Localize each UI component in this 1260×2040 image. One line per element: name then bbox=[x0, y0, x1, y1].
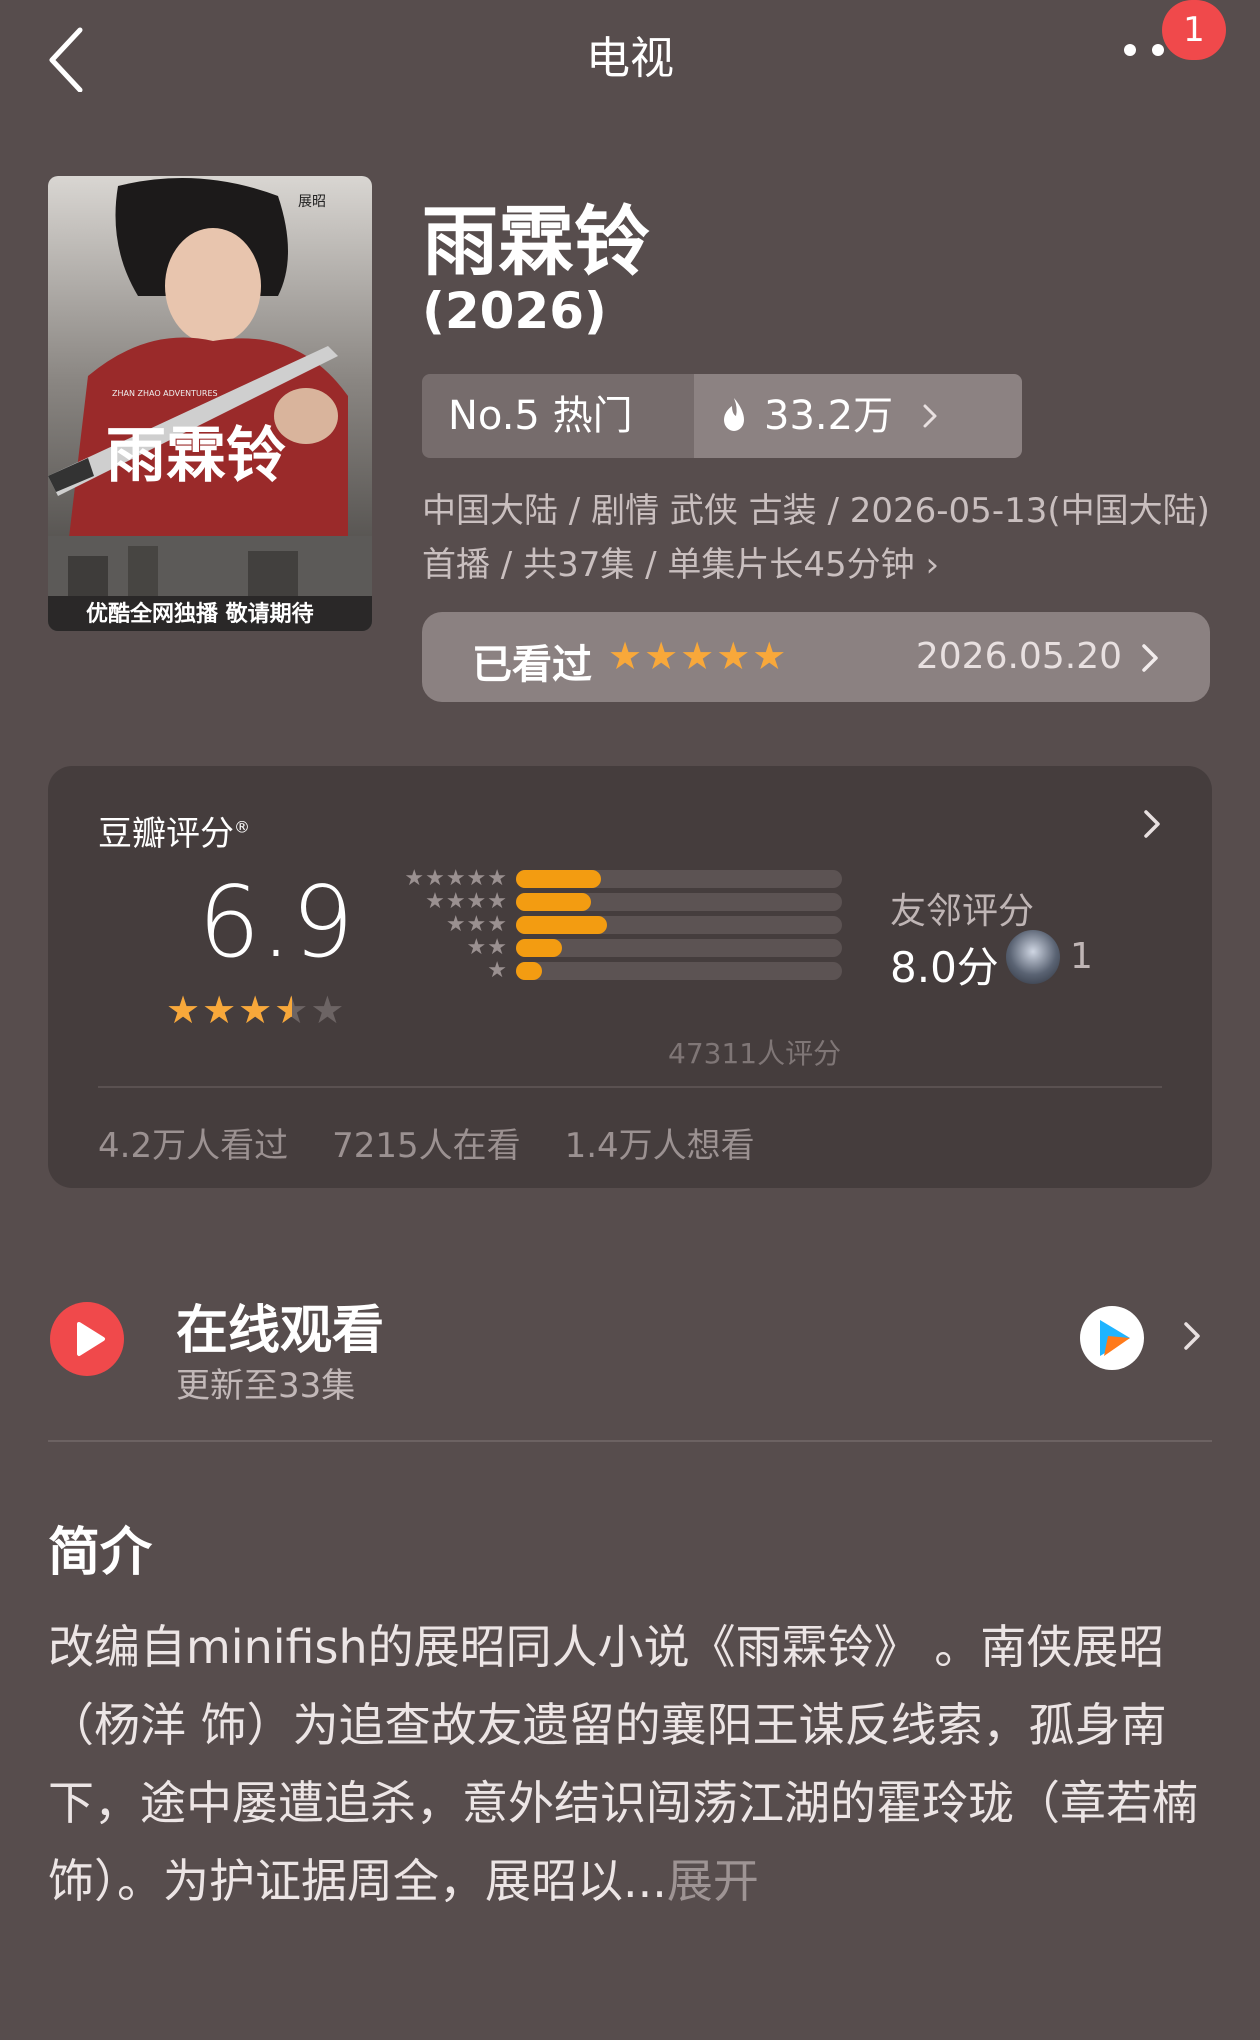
intro-title: 简介 bbox=[48, 1523, 153, 1583]
youku-logo-icon bbox=[1080, 1306, 1144, 1370]
movie-title: 雨霖铃 bbox=[422, 197, 650, 286]
play-icon bbox=[50, 1302, 124, 1376]
avatar[interactable] bbox=[1006, 930, 1060, 984]
my-rating-stars: ★★★★★ bbox=[608, 634, 789, 678]
rating-stats: 4.2万人看过 7215人在看 1.4万人想看 bbox=[98, 1118, 755, 1167]
fire-icon bbox=[724, 398, 744, 431]
distribution-star-label: ★★★★★ bbox=[404, 866, 508, 891]
distribution-bar bbox=[516, 939, 842, 957]
expand-link[interactable]: 展开 bbox=[667, 1854, 759, 1908]
douban-rating-title: 豆瓣评分® bbox=[98, 806, 250, 855]
distribution-bar-fill bbox=[516, 893, 591, 911]
online-watch-title: 在线观看 bbox=[176, 1301, 385, 1361]
chevron-right-icon bbox=[1184, 1322, 1200, 1350]
distribution-bar-fill bbox=[516, 962, 543, 980]
distribution-bar bbox=[516, 893, 842, 911]
heat-value: 33.2万 bbox=[764, 393, 894, 439]
chevron-right-icon bbox=[923, 404, 937, 428]
douban-rating-label: 豆瓣评分 bbox=[98, 814, 234, 854]
nav-bar: 电视 1 bbox=[0, 0, 1260, 110]
chevron-right-icon bbox=[1142, 644, 1158, 672]
distribution-bar-fill bbox=[516, 916, 608, 934]
poster-bottom-text: 优酷全网独播 敬请期待 bbox=[86, 601, 314, 627]
notification-badge: 1 bbox=[1162, 0, 1226, 60]
intro-text: 改编自minifish的展昭同人小说《雨霖铃》 。南侠展昭（杨洋 饰）为追查故友… bbox=[48, 1608, 1208, 1920]
heat-section: 33.2万 bbox=[694, 374, 1022, 458]
rank-pill[interactable]: No.5 热门电视 33.2万 bbox=[422, 374, 1022, 458]
online-watch-row[interactable]: 在线观看 更新至33集 bbox=[48, 1270, 1212, 1406]
distribution-star-label: ★★ bbox=[466, 935, 508, 960]
neighbor-count: 1 bbox=[1070, 936, 1093, 977]
intro-body: 改编自minifish的展昭同人小说《雨霖铃》 。南侠展昭（杨洋 饰）为追查故友… bbox=[48, 1620, 1198, 1908]
watched-bar[interactable]: 已看过 ★★★★★ 2026.05.20 bbox=[422, 612, 1210, 702]
trademark: ® bbox=[234, 817, 250, 837]
distribution-bar bbox=[516, 916, 842, 934]
divider bbox=[48, 1440, 1212, 1442]
poster-title-text: 雨霖铃 bbox=[106, 421, 286, 491]
movie-meta[interactable]: 中国大陆 / 剧情 武侠 古装 / 2026-05-13(中国大陆)首播 / 共… bbox=[422, 484, 1212, 592]
distribution-bar-fill bbox=[516, 939, 562, 957]
distribution-bar-fill bbox=[516, 870, 601, 888]
page-title: 电视 bbox=[586, 33, 674, 84]
distribution-star-label: ★★★ bbox=[445, 912, 508, 937]
poster-image[interactable]: 展昭 ZHAN ZHAO ADVENTURES 雨霖铃 优酷全网独播 敬请期待 bbox=[48, 176, 372, 631]
distribution-star-label: ★ bbox=[487, 958, 508, 983]
stat-watching[interactable]: 7215人在看 bbox=[332, 1118, 521, 1167]
rating-card[interactable]: 豆瓣评分® 6.9 ★★★★★★★★★ ★★★★★★★★★★★★★★★ 4731… bbox=[48, 766, 1212, 1188]
chevron-right-icon[interactable] bbox=[1140, 804, 1166, 844]
stat-watched[interactable]: 4.2万人看过 bbox=[98, 1118, 288, 1167]
movie-year: (2026) bbox=[422, 282, 607, 340]
watched-label: 已看过 bbox=[472, 642, 592, 688]
poster-top-text: 展昭 bbox=[298, 194, 326, 210]
rating-count: 47311人评分 bbox=[668, 1037, 842, 1070]
distribution-bar bbox=[516, 962, 842, 980]
distribution-star-label: ★★★★ bbox=[425, 889, 508, 914]
poster-en-text: ZHAN ZHAO ADVENTURES bbox=[112, 389, 218, 398]
rank-label: No.5 热门电视 bbox=[422, 374, 694, 458]
online-watch-subtitle: 更新至33集 bbox=[176, 1366, 356, 1406]
stat-want[interactable]: 1.4万人想看 bbox=[565, 1118, 755, 1167]
neighbor-rating-title: 友邻评分 bbox=[890, 891, 1035, 932]
rating-distribution: ★★★★★ ★★★★ ★★★ ★★ ★ bbox=[48, 866, 868, 1000]
watched-date: 2026.05.20 bbox=[915, 636, 1122, 677]
distribution-bar bbox=[516, 870, 842, 888]
neighbor-rating-score: 8.0分 bbox=[890, 943, 999, 992]
divider bbox=[98, 1086, 1162, 1088]
